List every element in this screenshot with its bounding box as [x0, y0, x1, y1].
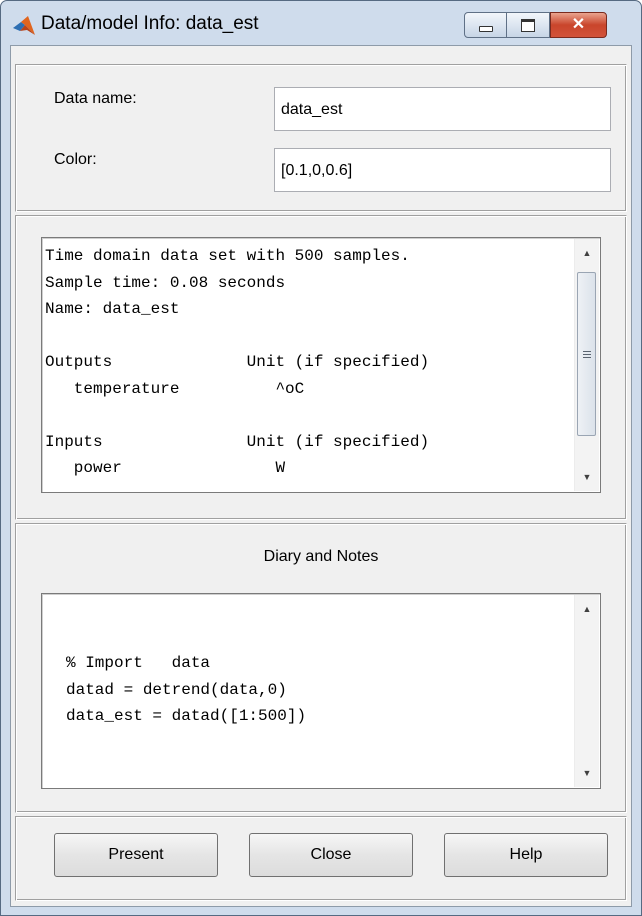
info-line: Outputs Unit (if specified): [45, 353, 430, 371]
diary-heading: Diary and Notes: [263, 548, 379, 565]
scroll-down-icon[interactable]: ▼: [575, 762, 599, 784]
matlab-membrane-icon: [13, 16, 35, 35]
info-line: Sample time: 0.08 seconds: [45, 273, 286, 292]
info-line: temperature ^oC: [45, 379, 305, 398]
maximize-icon: [521, 18, 535, 32]
info-line: Time domain data set with 500 samples.: [45, 247, 410, 265]
scroll-thumb[interactable]: [577, 272, 596, 436]
info-text: Time domain data set with 500 samples. Sa…: [45, 243, 429, 482]
info-textbox[interactable]: Time domain data set with 500 samples. Sa…: [41, 237, 601, 493]
minimize-button[interactable]: [464, 12, 507, 38]
close-button[interactable]: Close: [249, 833, 413, 877]
scroll-up-icon[interactable]: ▲: [575, 242, 599, 264]
diary-text: % Import data datad = detrend(data,0) data…: [66, 650, 306, 730]
diary-line: % Import data: [66, 654, 211, 672]
color-input[interactable]: [0.1,0,0.6]: [274, 148, 611, 192]
info-scrollbar[interactable]: ▲ ▼: [574, 239, 599, 491]
info-line: power W: [45, 459, 286, 477]
title-bar[interactable]: Data/model Info: data_est ✕: [1, 1, 641, 45]
close-window-button[interactable]: ✕: [550, 12, 607, 38]
diary-textbox[interactable]: % Import data datad = detrend(data,0) data…: [41, 593, 601, 789]
minimize-icon: [478, 26, 493, 32]
info-line: [45, 323, 429, 350]
info-panel: Time domain data set with 500 samples. Sa…: [15, 215, 627, 520]
scroll-down-icon[interactable]: ▼: [575, 466, 599, 488]
info-line: Name: data_est: [45, 300, 180, 318]
data-name-label: Data name:: [54, 90, 137, 107]
diary-line: data_est = datad([1:500]): [66, 707, 307, 725]
maximize-button[interactable]: [507, 12, 550, 38]
color-label: Color:: [54, 151, 97, 168]
info-line: [45, 402, 429, 429]
diary-scrollbar[interactable]: ▲ ▼: [574, 595, 599, 787]
diary-line: datad = detrend(data,0): [66, 680, 287, 699]
data-name-input[interactable]: data_est: [274, 87, 611, 131]
present-button[interactable]: Present: [54, 833, 218, 877]
help-button[interactable]: Help: [444, 833, 608, 877]
properties-panel: Data name: data_est Color: [0.1,0,0.6]: [15, 64, 627, 212]
info-line: Inputs Unit (if specified): [45, 432, 430, 451]
window-title: Data/model Info: data_est: [41, 13, 259, 34]
diary-panel: Diary and Notes % Import data datad = det…: [15, 523, 627, 813]
scroll-up-icon[interactable]: ▲: [575, 598, 599, 620]
close-icon: ✕: [571, 16, 586, 33]
